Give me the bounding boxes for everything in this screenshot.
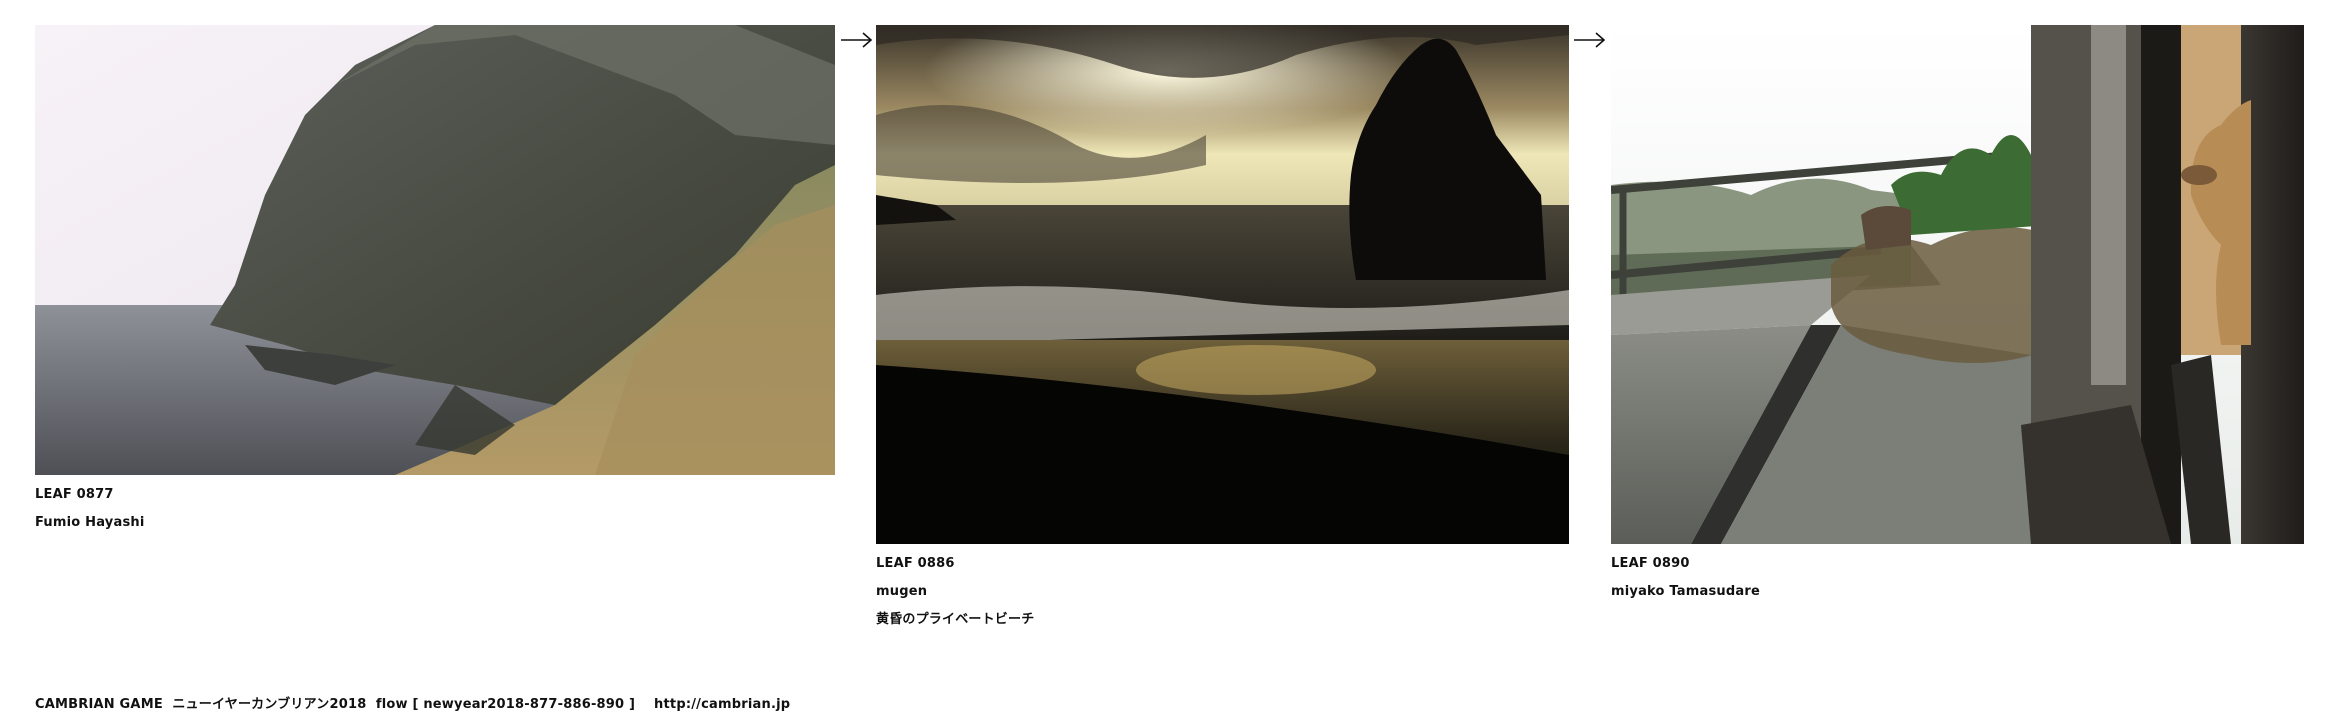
footer-credit-line: CAMBRIAN GAME ニューイヤーカンブリアン2018 flow [ ne… [35, 697, 791, 712]
leaf-author-label: Fumio Hayashi [35, 515, 145, 530]
leaf-subtitle-label: 黄昏のプライベートビーチ [876, 612, 1035, 627]
leaf-photo-sunset-beach[interactable] [876, 25, 1569, 544]
leaf-card-0886: LEAF 0886 mugen 黄昏のプライベートビーチ [876, 25, 1569, 628]
right-arrow-icon [1573, 30, 1607, 50]
leaf-author-label: miyako Tamasudare [1611, 584, 1760, 599]
leaf-id-label: LEAF 0890 [1611, 556, 1690, 571]
leaf-photo-sea-cliff[interactable] [35, 25, 835, 475]
leaf-photo-dog-porch[interactable] [1611, 25, 2304, 544]
leaf-card-0877: LEAF 0877 Fumio Hayashi [35, 25, 835, 531]
leaf-author-label: mugen [876, 584, 928, 599]
leaf-id-label: LEAF 0886 [876, 556, 955, 571]
right-arrow-icon [840, 30, 874, 50]
leaf-card-0890: LEAF 0890 miyako Tamasudare [1611, 25, 2304, 600]
leaf-id-label: LEAF 0877 [35, 487, 114, 502]
